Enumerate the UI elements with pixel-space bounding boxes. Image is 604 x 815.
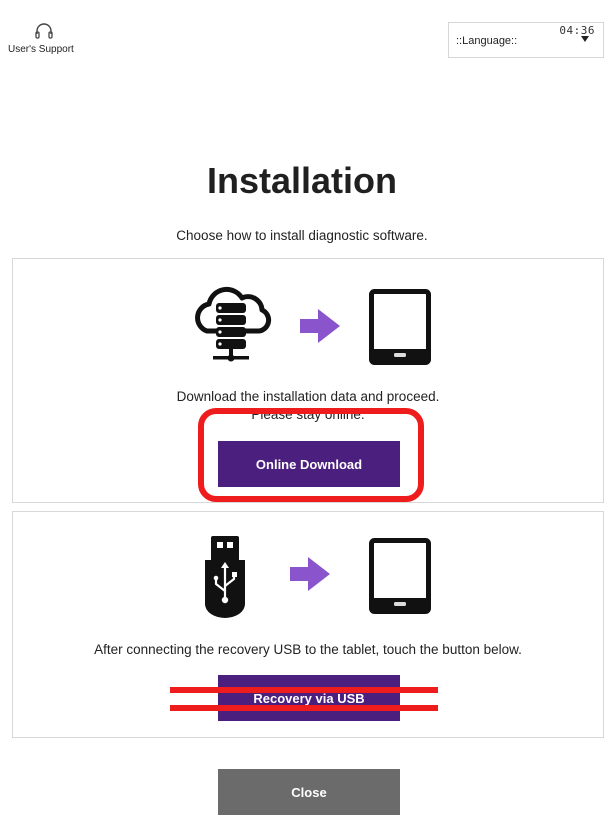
usb-drive-icon xyxy=(205,536,245,618)
tablet-icon xyxy=(369,289,431,365)
clock-time: 04:36 xyxy=(559,24,595,37)
page-title: Installation xyxy=(206,160,398,201)
online-description: Download the installation data and proce… xyxy=(176,389,440,404)
recovery-via-usb-button[interactable]: Recovery via USB xyxy=(218,675,400,721)
tablet-icon xyxy=(369,538,431,614)
usb-description: After connecting the recovery USB to the… xyxy=(94,642,522,657)
headset-icon xyxy=(35,23,53,39)
arrow-right-icon xyxy=(290,557,330,591)
cloud-server-icon xyxy=(195,287,272,362)
language-select-label: ::Language:: xyxy=(456,35,518,47)
strikethrough-annotation xyxy=(170,705,438,711)
language-select[interactable]: 04:36 ::Language:: xyxy=(448,22,604,58)
users-support-button[interactable]: User's Support xyxy=(8,22,88,55)
highlight-annotation xyxy=(198,408,424,502)
page-subtitle: Choose how to install diagnostic softwar… xyxy=(176,228,428,243)
arrow-right-icon xyxy=(300,309,340,343)
close-button[interactable]: Close xyxy=(218,769,400,815)
users-support-label: User's Support xyxy=(8,44,74,55)
dropdown-caret-icon xyxy=(581,36,589,42)
strikethrough-annotation xyxy=(170,687,438,693)
